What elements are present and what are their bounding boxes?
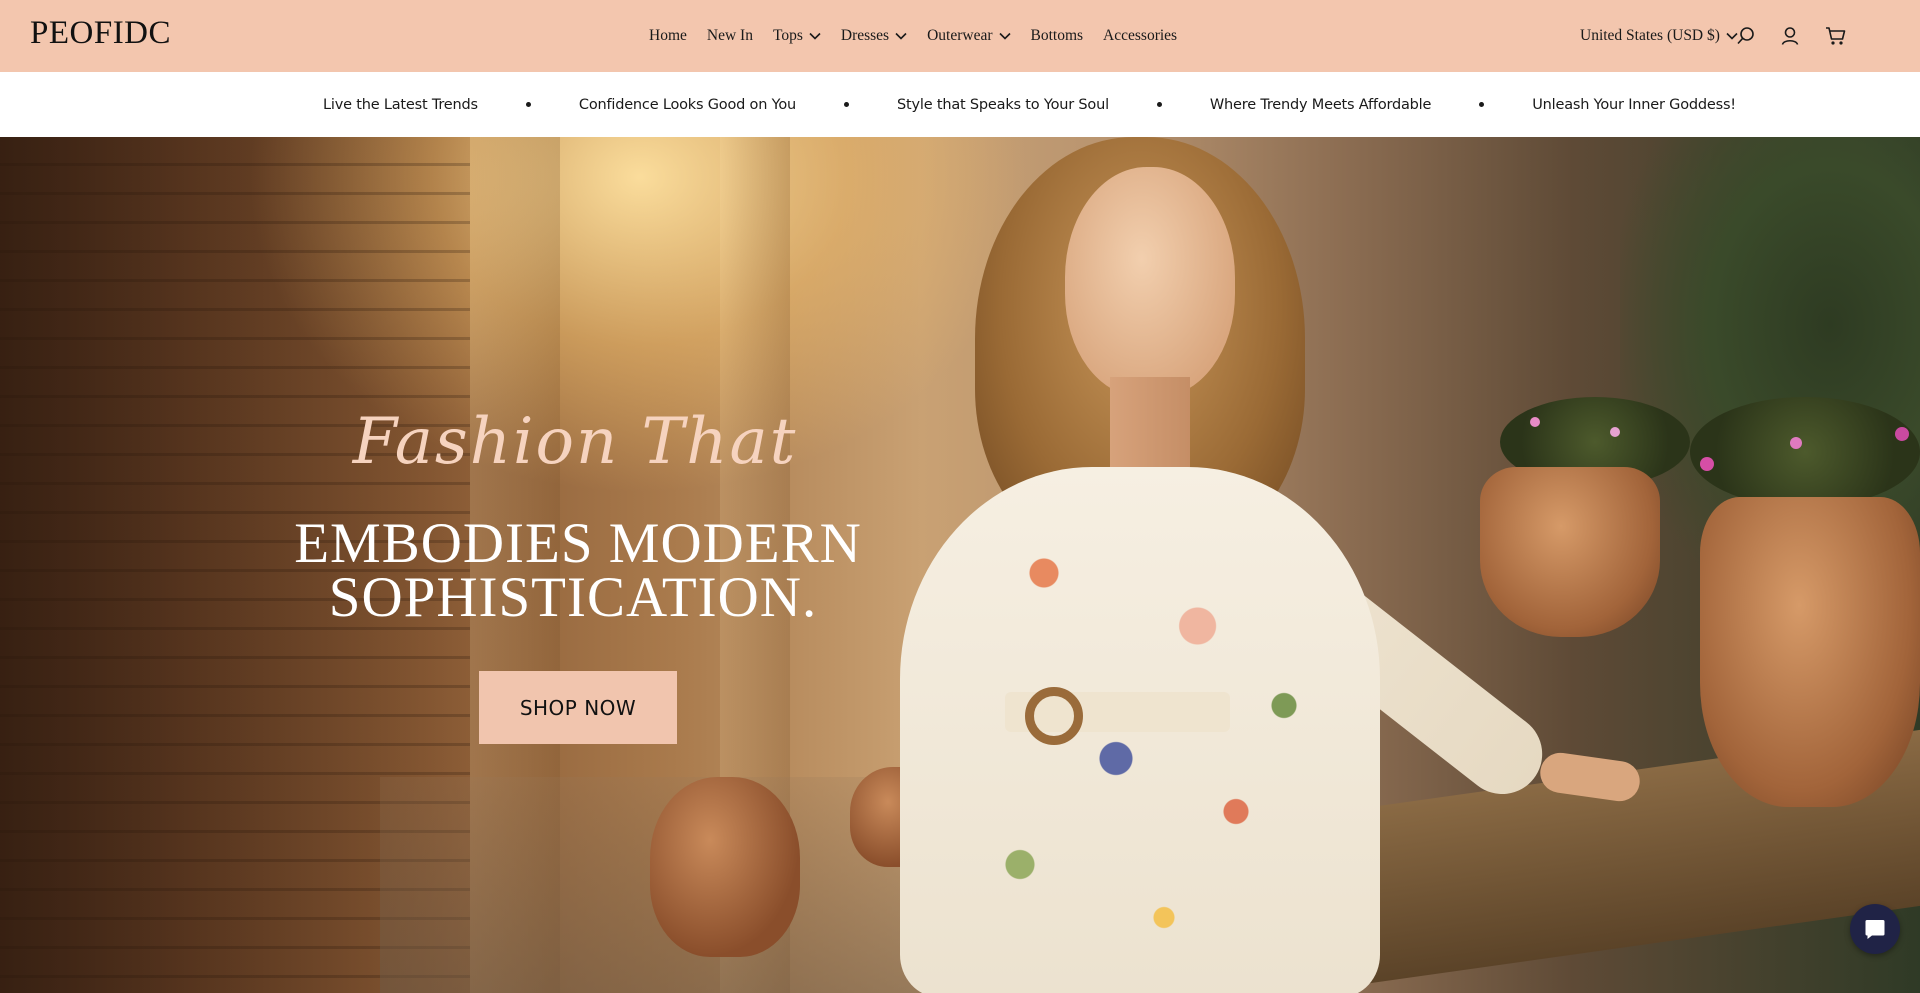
main-nav: Home New In Tops Dresses Outerwear Botto… (649, 0, 1177, 72)
separator-dot (844, 102, 850, 107)
hero-background-foliage (1690, 397, 1920, 507)
chat-button[interactable] (1850, 904, 1900, 954)
currency-label: United States (USD $) (1580, 27, 1720, 44)
announcement-ticker: Live the Latest Trends Confidence Looks … (323, 72, 1736, 137)
hero-background-pot (650, 777, 800, 957)
nav-item-label: Tops (772, 27, 803, 44)
model-face (1065, 167, 1235, 397)
hero-background-flower (1530, 417, 1540, 427)
nav-item-label: New In (706, 27, 753, 44)
chevron-down-icon (998, 32, 1011, 40)
nav-item-tops[interactable]: Tops (773, 27, 821, 45)
search-button[interactable] (1734, 24, 1758, 48)
separator-dot (1479, 102, 1485, 107)
account-icon (1781, 27, 1799, 45)
hero-background-urn (1700, 497, 1920, 807)
announcement-slogan: Where Trendy Meets Affordable (1209, 96, 1432, 113)
hero-background-flower (1790, 437, 1802, 449)
nav-item-label: Home (649, 27, 687, 44)
site-header: PEOFIDC Home New In Tops Dresses Outerwe… (0, 0, 1920, 72)
brand-logo[interactable]: PEOFIDC (30, 15, 171, 52)
announcement-bar: Live the Latest Trends Confidence Looks … (0, 72, 1920, 137)
account-button[interactable] (1778, 24, 1802, 48)
hero-headline-line2: SOPHISTICATION. (328, 566, 818, 629)
nav-item-home[interactable]: Home (649, 27, 687, 45)
header-actions: United States (USD $) (1580, 0, 1920, 72)
nav-item-bottoms[interactable]: Bottoms (1031, 27, 1084, 45)
hero-background-flower (1610, 427, 1620, 437)
cart-button[interactable] (1824, 24, 1848, 48)
separator-dot (525, 102, 531, 107)
search-icon (1737, 27, 1754, 45)
hero-background-flower (1700, 457, 1714, 471)
belt-buckle (1025, 687, 1083, 745)
hero-banner: Fashion That EMBODIES MODERN SOPHISTICAT… (0, 137, 1920, 993)
nav-item-label: Dresses (840, 27, 890, 44)
nav-item-outerwear[interactable]: Outerwear (927, 27, 1011, 45)
hero-background-flower (1895, 427, 1909, 441)
nav-item-label: Accessories (1103, 27, 1178, 44)
nav-item-accessories[interactable]: Accessories (1103, 27, 1177, 45)
nav-item-label: Bottoms (1030, 27, 1084, 44)
nav-item-label: Outerwear (927, 27, 993, 44)
hero-script-title: Fashion That (352, 405, 798, 479)
nav-item-dresses[interactable]: Dresses (841, 27, 907, 45)
nav-item-new-in[interactable]: New In (707, 27, 753, 45)
announcement-slogan: Confidence Looks Good on You (578, 96, 797, 113)
announcement-slogan: Unleash Your Inner Goddess! (1532, 96, 1736, 113)
cart-icon (1826, 27, 1846, 45)
separator-dot (1156, 102, 1162, 107)
hero-headline-line1: EMBODIES MODERN (294, 512, 862, 575)
chevron-down-icon (895, 32, 907, 40)
announcement-slogan: Style that Speaks to Your Soul (897, 96, 1109, 113)
chat-icon (1865, 920, 1885, 939)
shop-now-button[interactable]: SHOP NOW (479, 671, 677, 744)
hero-background-urn (1480, 467, 1660, 637)
currency-selector[interactable]: United States (USD $) (1580, 0, 1738, 72)
announcement-slogan: Live the Latest Trends (323, 96, 478, 113)
chevron-down-icon (809, 32, 821, 40)
